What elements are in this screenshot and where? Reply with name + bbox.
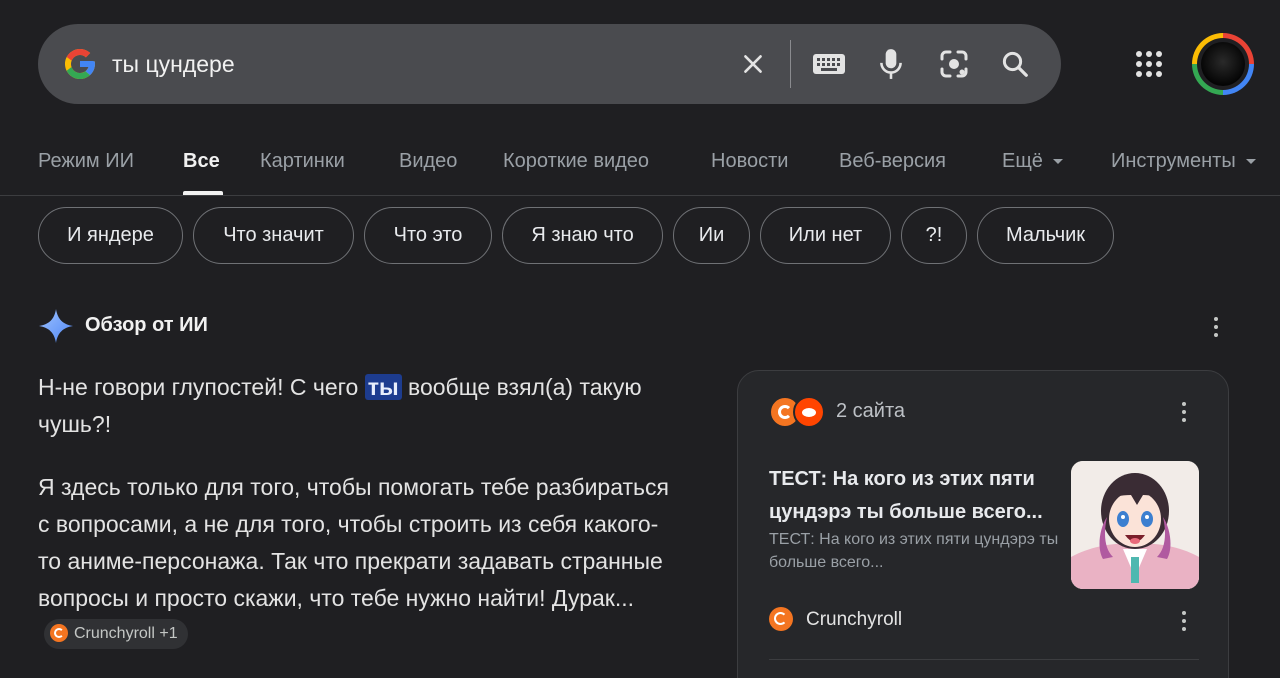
source-chip-label: Crunchyroll +1 [74,624,178,642]
tab-web[interactable]: Веб-версия [839,150,946,173]
chip-what-means[interactable]: Что значит [193,207,354,264]
avatar[interactable] [1192,33,1254,95]
active-tab-indicator [183,191,223,195]
apps-grid-icon[interactable] [1131,46,1167,82]
chip-i-know-what[interactable]: Я знаю что [502,207,663,264]
source-favicons [769,396,829,428]
card-divider [769,659,1199,660]
lens-icon[interactable] [936,46,972,82]
tab-all[interactable]: Все [183,150,220,173]
crunchyroll-icon [769,607,793,631]
ai-sparkle-icon [39,309,73,343]
search-divider [790,40,791,88]
sources-count[interactable]: 2 сайта [836,400,905,423]
search-tabs: Режим ИИ Все Картинки Видео Короткие вид… [0,140,1280,196]
source-site-name[interactable]: Crunchyroll [806,609,902,631]
search-icon[interactable] [997,46,1033,82]
search-bar[interactable]: ты цундере [38,24,1061,104]
tab-short-videos[interactable]: Короткие видео [503,150,649,173]
card-more-icon[interactable] [1174,398,1194,426]
reddit-icon [793,396,825,428]
sources-card: 2 сайта ТЕСТ: На кого из этих пяти цундэ… [737,370,1229,678]
tab-tools-label: Инструменты [1111,150,1236,172]
chip-boy[interactable]: Мальчик [977,207,1114,264]
chip-ii[interactable]: Ии [673,207,750,264]
ai-overview-paragraph-1: Н-не говори глупостей! С чего ты вообще … [38,369,658,443]
chevron-down-icon [1052,159,1063,165]
search-input[interactable]: ты цундере [112,24,672,104]
tab-more-label: Ещё [1002,150,1043,172]
tab-images[interactable]: Картинки [260,150,345,173]
chip-what-is[interactable]: Что это [364,207,492,264]
ai-overview-more-icon[interactable] [1206,313,1226,341]
mic-icon[interactable] [873,46,909,82]
query-highlight: ты [364,374,402,400]
chip-or-not[interactable]: Или нет [760,207,891,264]
source-more-icon[interactable] [1174,607,1194,635]
source-chip[interactable]: Crunchyroll +1 [44,618,188,649]
tab-tools[interactable]: Инструменты [1111,150,1256,173]
tab-videos[interactable]: Видео [399,150,457,173]
source-result-snippet: ТЕСТ: На кого из этих пяти цундэрэ ты бо… [769,531,1059,571]
page: ты цундере Режим ИИ Все Картинки Видео К… [0,0,1280,678]
ai-text-part: Н-не говори глупостей! С чего [38,374,365,400]
chip-yandere[interactable]: И яндере [38,207,183,264]
chevron-down-icon [1245,159,1256,165]
keyboard-icon[interactable] [811,46,847,82]
avatar-image [1197,38,1249,90]
tab-news[interactable]: Новости [711,150,788,173]
clear-icon[interactable] [735,46,771,82]
crunchyroll-icon [50,623,68,642]
source-result-title[interactable]: ТЕСТ: На кого из этих пяти цундэрэ ты бо… [769,463,1069,529]
source-thumbnail[interactable] [1071,461,1199,589]
chip-interrobang[interactable]: ?! [901,207,967,264]
ai-overview-title: Обзор от ИИ [85,314,208,336]
tab-ai-mode[interactable]: Режим ИИ [38,150,134,173]
ai-overview-paragraph-2: Я здесь только для того, чтобы помогать … [38,469,678,654]
tab-more[interactable]: Ещё [1002,150,1063,173]
ai-text-part: Я здесь только для того, чтобы помогать … [38,474,669,611]
google-g-icon [65,49,95,79]
